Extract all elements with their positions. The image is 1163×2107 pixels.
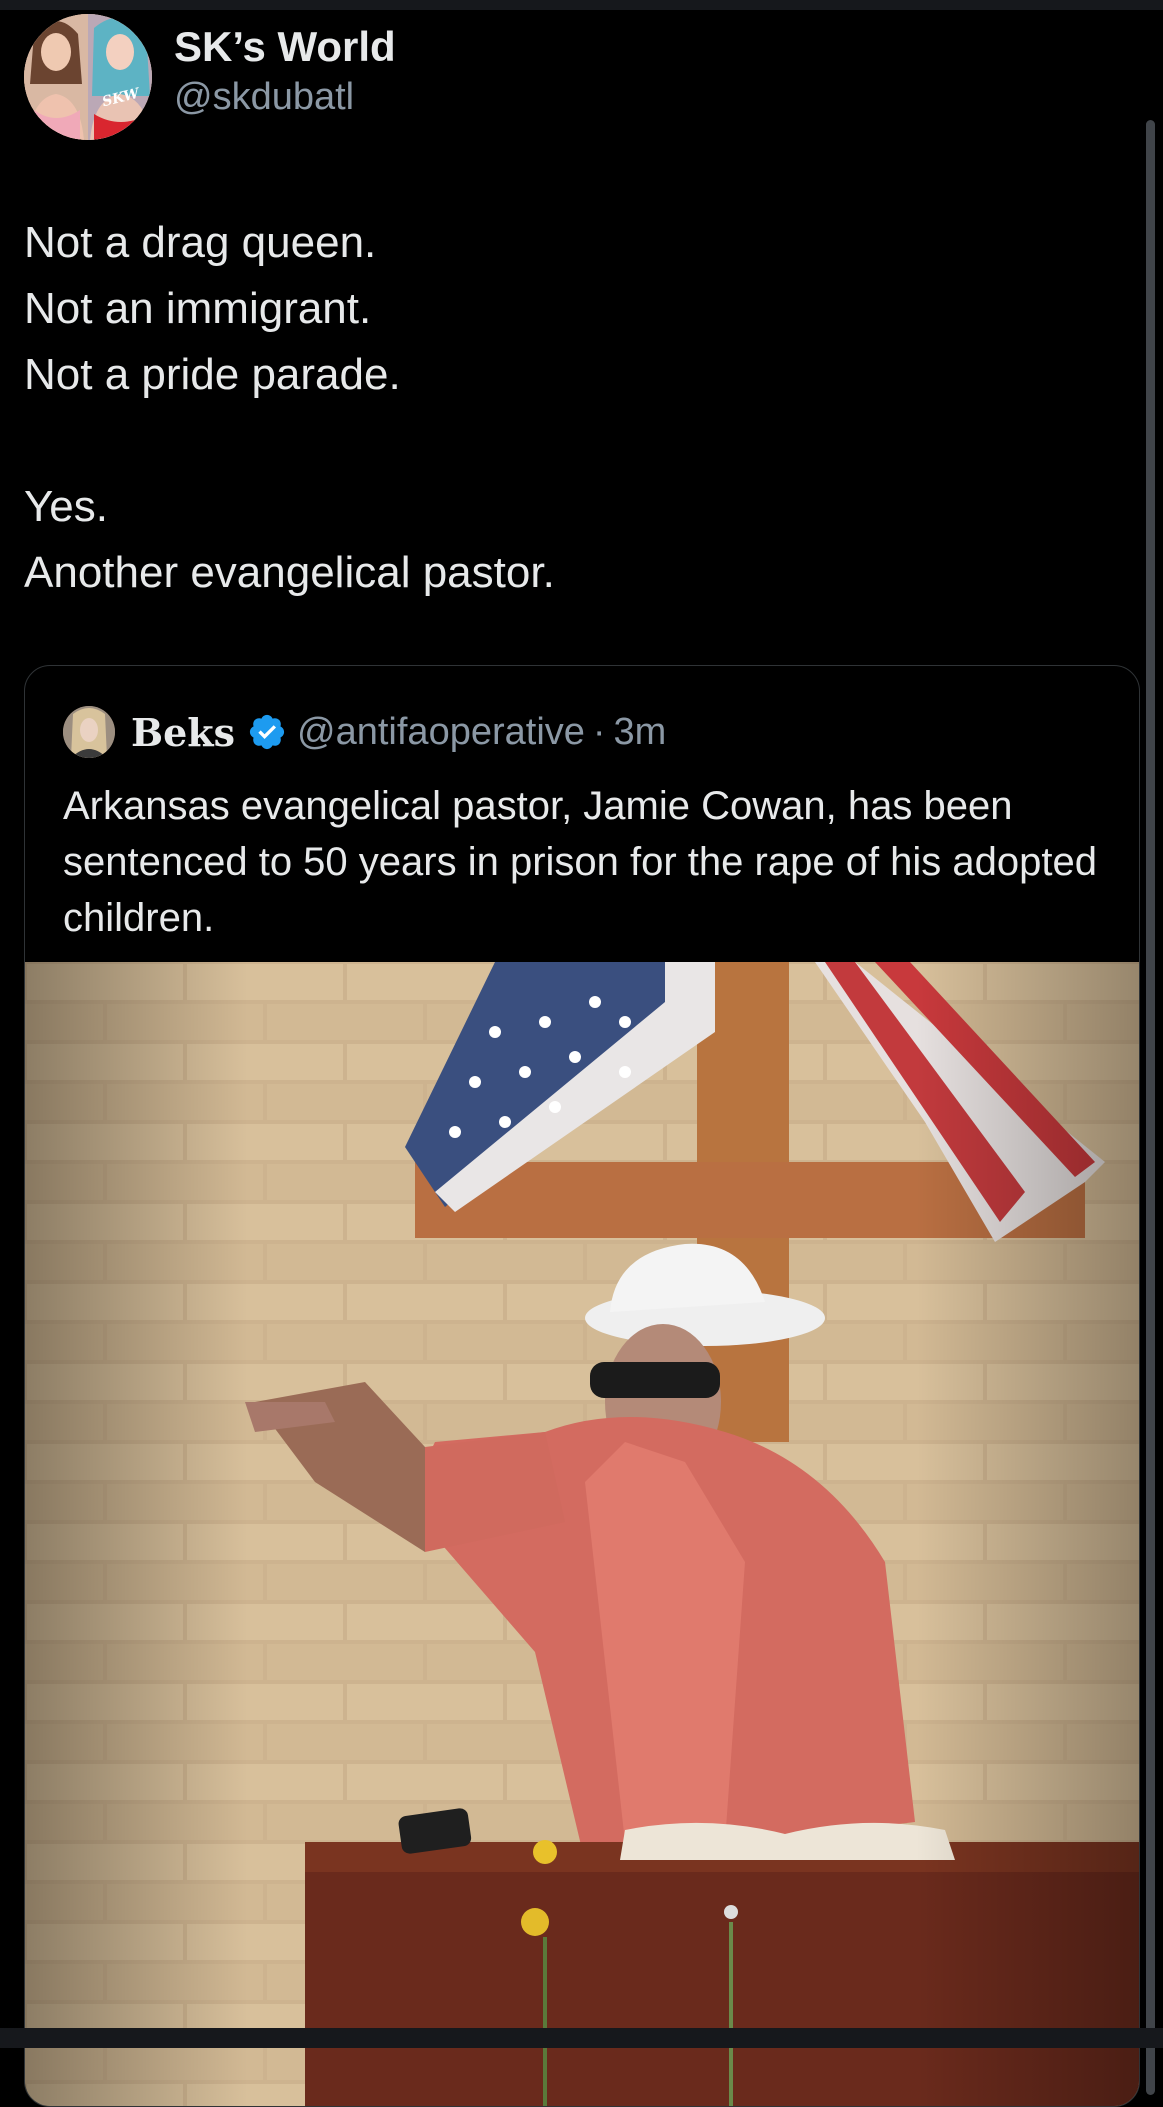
tweet-line: Not a drag queen. (24, 218, 377, 267)
author-name[interactable]: SK’s World (174, 22, 396, 72)
meta-separator: · (592, 710, 606, 753)
tweet-text: Not a drag queen. Not an immigrant. Not … (24, 210, 1104, 606)
bottom-bar (0, 2028, 1163, 2048)
media-image (25, 962, 1139, 2106)
status-bar (0, 0, 1163, 10)
tweet-line: Yes. (24, 482, 109, 531)
quoted-tweet-card[interactable]: Beks @antifaoperative · 3m Arkansas evan… (24, 665, 1140, 2107)
tweet-line: Not an immigrant. (24, 284, 372, 333)
quoted-timestamp[interactable]: 3m (614, 711, 667, 754)
quoted-author-handle[interactable]: @antifaoperative (297, 711, 585, 754)
quoted-author-name[interactable]: Beks (131, 710, 235, 755)
author-handle[interactable]: @skdubatl (174, 72, 396, 122)
tweet-line: Not a pride parade. (24, 350, 401, 399)
author-avatar[interactable]: SKW (24, 14, 152, 140)
tweet-line: Another evangelical pastor. (24, 548, 555, 597)
verified-badge-icon (249, 714, 285, 750)
quoted-tweet-header: Beks @antifaoperative · 3m (63, 704, 666, 760)
scrollbar[interactable] (1146, 120, 1155, 2095)
quoted-author-avatar[interactable] (63, 706, 115, 758)
quoted-tweet-text: Arkansas evangelical pastor, Jamie Cowan… (63, 784, 1098, 940)
tweet-author[interactable]: SK’s World @skdubatl (174, 22, 396, 122)
quoted-tweet-media[interactable] (25, 962, 1139, 2106)
